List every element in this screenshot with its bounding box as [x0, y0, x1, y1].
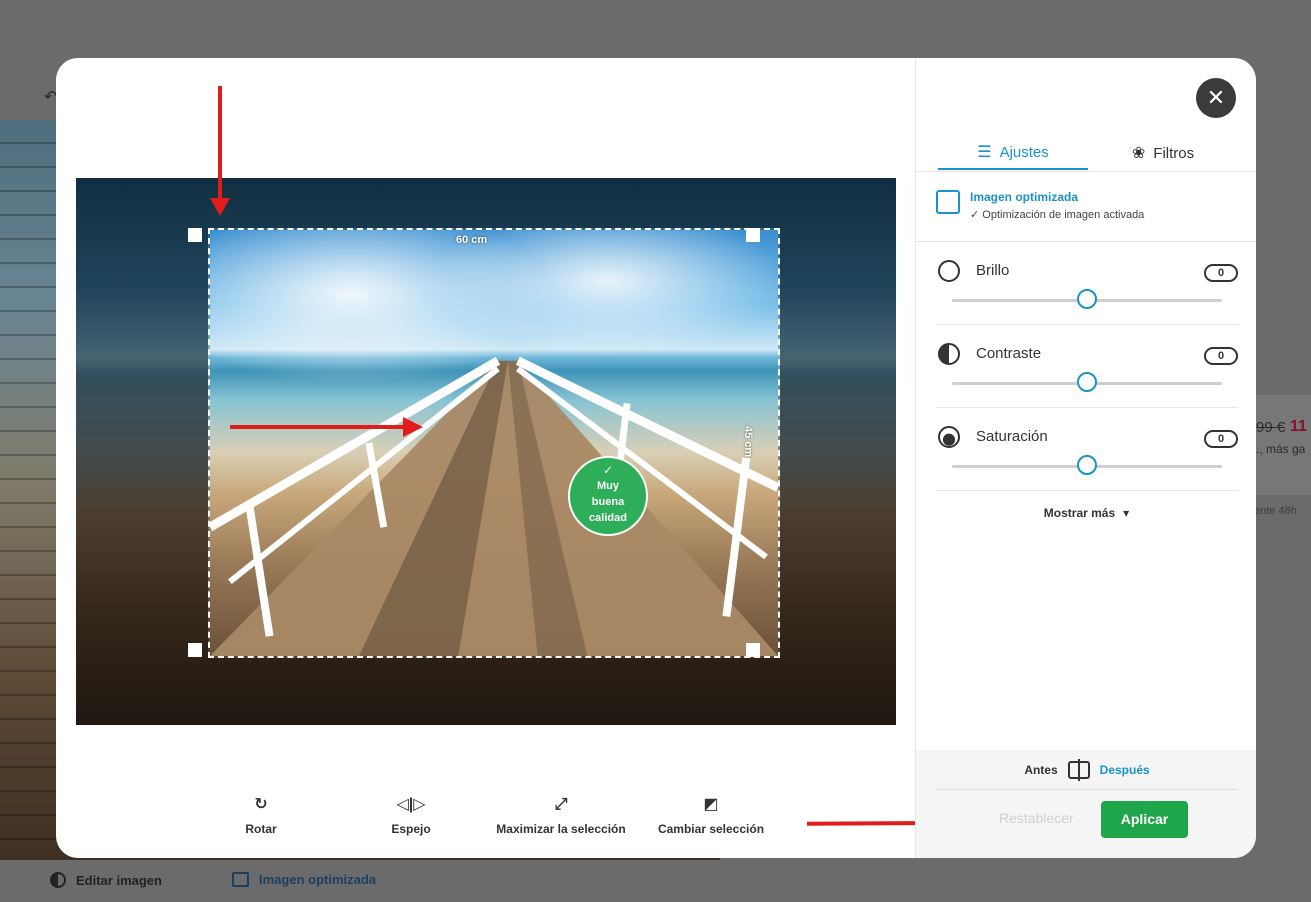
maximize-label: Maximizar la selección — [496, 822, 626, 836]
crop-handle-bottom-right[interactable] — [746, 643, 760, 657]
rotate-icon: ↻ — [254, 796, 268, 813]
tab-filtros[interactable]: ❀ Filtros — [1088, 136, 1238, 170]
quality-line-3: calidad — [589, 512, 627, 524]
optimization-status: Imagen optimizada ✓ Optimización de imag… — [916, 172, 1256, 242]
optimized-image-link[interactable]: Imagen optimizada — [232, 872, 376, 887]
saturation-icon — [938, 426, 960, 448]
change-selection-label: Cambiar selección — [657, 822, 765, 836]
new-price: 11 — [1290, 418, 1307, 435]
contrast-value[interactable]: 0 — [1204, 347, 1238, 365]
old-price: 99 € — [1256, 419, 1286, 436]
editor-canvas-area: ✓ Muy buena calidad 60 cm 45 cm ↻ Rotar — [56, 58, 1099, 858]
shipping-text: ente 48h — [1254, 505, 1297, 517]
tab-filtros-label: Filtros — [1153, 144, 1195, 162]
before-label: Antes — [1024, 762, 1058, 777]
check-icon: ✓ — [602, 463, 614, 477]
mirror-label: Espejo — [391, 822, 431, 836]
crop-handle-top-right[interactable] — [746, 228, 760, 242]
change-selection-button[interactable]: ◩ Cambiar selección — [652, 796, 770, 836]
crop-dim-right — [780, 228, 896, 658]
image-icon — [232, 872, 249, 887]
crop-handle-bottom-left[interactable] — [188, 643, 202, 657]
image-editor-modal: ✓ Muy buena calidad 60 cm 45 cm ↻ Rotar — [56, 58, 1256, 858]
brightness-control: Brillo 0 — [936, 242, 1238, 325]
reset-button[interactable]: Restablecer — [999, 810, 1074, 826]
close-button[interactable]: ✕ — [1196, 78, 1236, 118]
height-label: 45 cm — [742, 426, 754, 458]
crop-selection[interactable]: ✓ Muy buena calidad — [208, 228, 780, 658]
crop-dim-left — [76, 228, 208, 658]
saturation-slider-knob[interactable] — [1077, 455, 1097, 475]
contrast-icon — [938, 343, 960, 365]
optimized-image-label: Imagen optimizada — [259, 872, 377, 887]
saturation-value[interactable]: 0 — [1204, 430, 1238, 448]
more-text: ., más ga — [1256, 442, 1306, 456]
sliders-icon: ☰ — [977, 144, 992, 161]
edit-image-label: Editar imagen — [76, 872, 162, 888]
sun-icon — [938, 260, 960, 282]
after-label: Después — [1099, 762, 1150, 777]
change-selection-icon: ◩ — [703, 796, 719, 813]
rotate-label: Rotar — [245, 822, 277, 836]
crop-dim-bottom — [76, 658, 896, 725]
maximize-selection-button[interactable]: ⤢ Maximizar la selección — [490, 796, 632, 836]
contrast-label: Contraste — [976, 345, 1042, 362]
crop-handle-top-left[interactable] — [188, 228, 202, 242]
contrast-slider-knob[interactable] — [1077, 372, 1097, 392]
background-bottom-bar — [0, 860, 1311, 902]
quality-badge: ✓ Muy buena calidad — [568, 456, 648, 536]
chevron-down-icon: ▾ — [1123, 506, 1130, 520]
mirror-button[interactable]: ◁|▷ Espejo — [376, 796, 446, 836]
annotation-arrow-right — [230, 425, 405, 429]
photo-preview: ✓ Muy buena calidad 60 cm 45 cm — [76, 178, 896, 725]
quality-line-1: Muy — [597, 480, 619, 492]
tab-ajustes[interactable]: ☰ Ajustes — [938, 136, 1088, 170]
maximize-icon: ⤢ — [554, 796, 568, 813]
close-icon: ✕ — [1206, 85, 1226, 110]
annotation-arrow-down-head — [210, 198, 230, 216]
optimization-subtitle: ✓ Optimización de imagen activada — [970, 209, 1145, 221]
rotate-button[interactable]: ↻ Rotar — [226, 796, 296, 836]
width-label: 60 cm — [456, 234, 488, 246]
panel-tabs: ☰ Ajustes ❀ Filtros — [938, 136, 1238, 170]
saturation-label: Saturación — [976, 428, 1048, 445]
edit-image-link[interactable]: Editar imagen — [50, 872, 162, 888]
image-sparkle-icon — [936, 190, 960, 214]
crop-dim-top — [76, 178, 896, 228]
show-more-label: Mostrar más — [1043, 506, 1116, 520]
show-more-button[interactable]: Mostrar más ▾ — [916, 506, 1256, 520]
compare-icon — [1067, 758, 1090, 781]
contrast-control: Contraste 0 — [936, 325, 1238, 408]
adjustments-panel: ✕ ☰ Ajustes ❀ Filtros Imagen optimizada … — [915, 58, 1256, 858]
annotation-arrow-down — [218, 86, 222, 204]
saturation-control: Saturación 0 — [936, 408, 1238, 491]
annotation-arrow-right-head — [403, 417, 423, 437]
before-after-toggle[interactable]: Antes Después — [936, 750, 1238, 790]
apply-button[interactable]: Aplicar — [1101, 801, 1188, 838]
mirror-icon: ◁|▷ — [396, 796, 426, 813]
filters-icon: ❀ — [1131, 145, 1146, 162]
contrast-icon — [50, 872, 66, 888]
quality-line-2: buena — [591, 496, 625, 508]
pier-illustration — [210, 356, 778, 656]
brightness-value[interactable]: 0 — [1204, 264, 1238, 282]
brightness-slider-knob[interactable] — [1077, 289, 1097, 309]
optimization-title: Imagen optimizada — [970, 190, 1079, 204]
tab-ajustes-label: Ajustes — [999, 143, 1049, 161]
brightness-label: Brillo — [976, 262, 1010, 279]
